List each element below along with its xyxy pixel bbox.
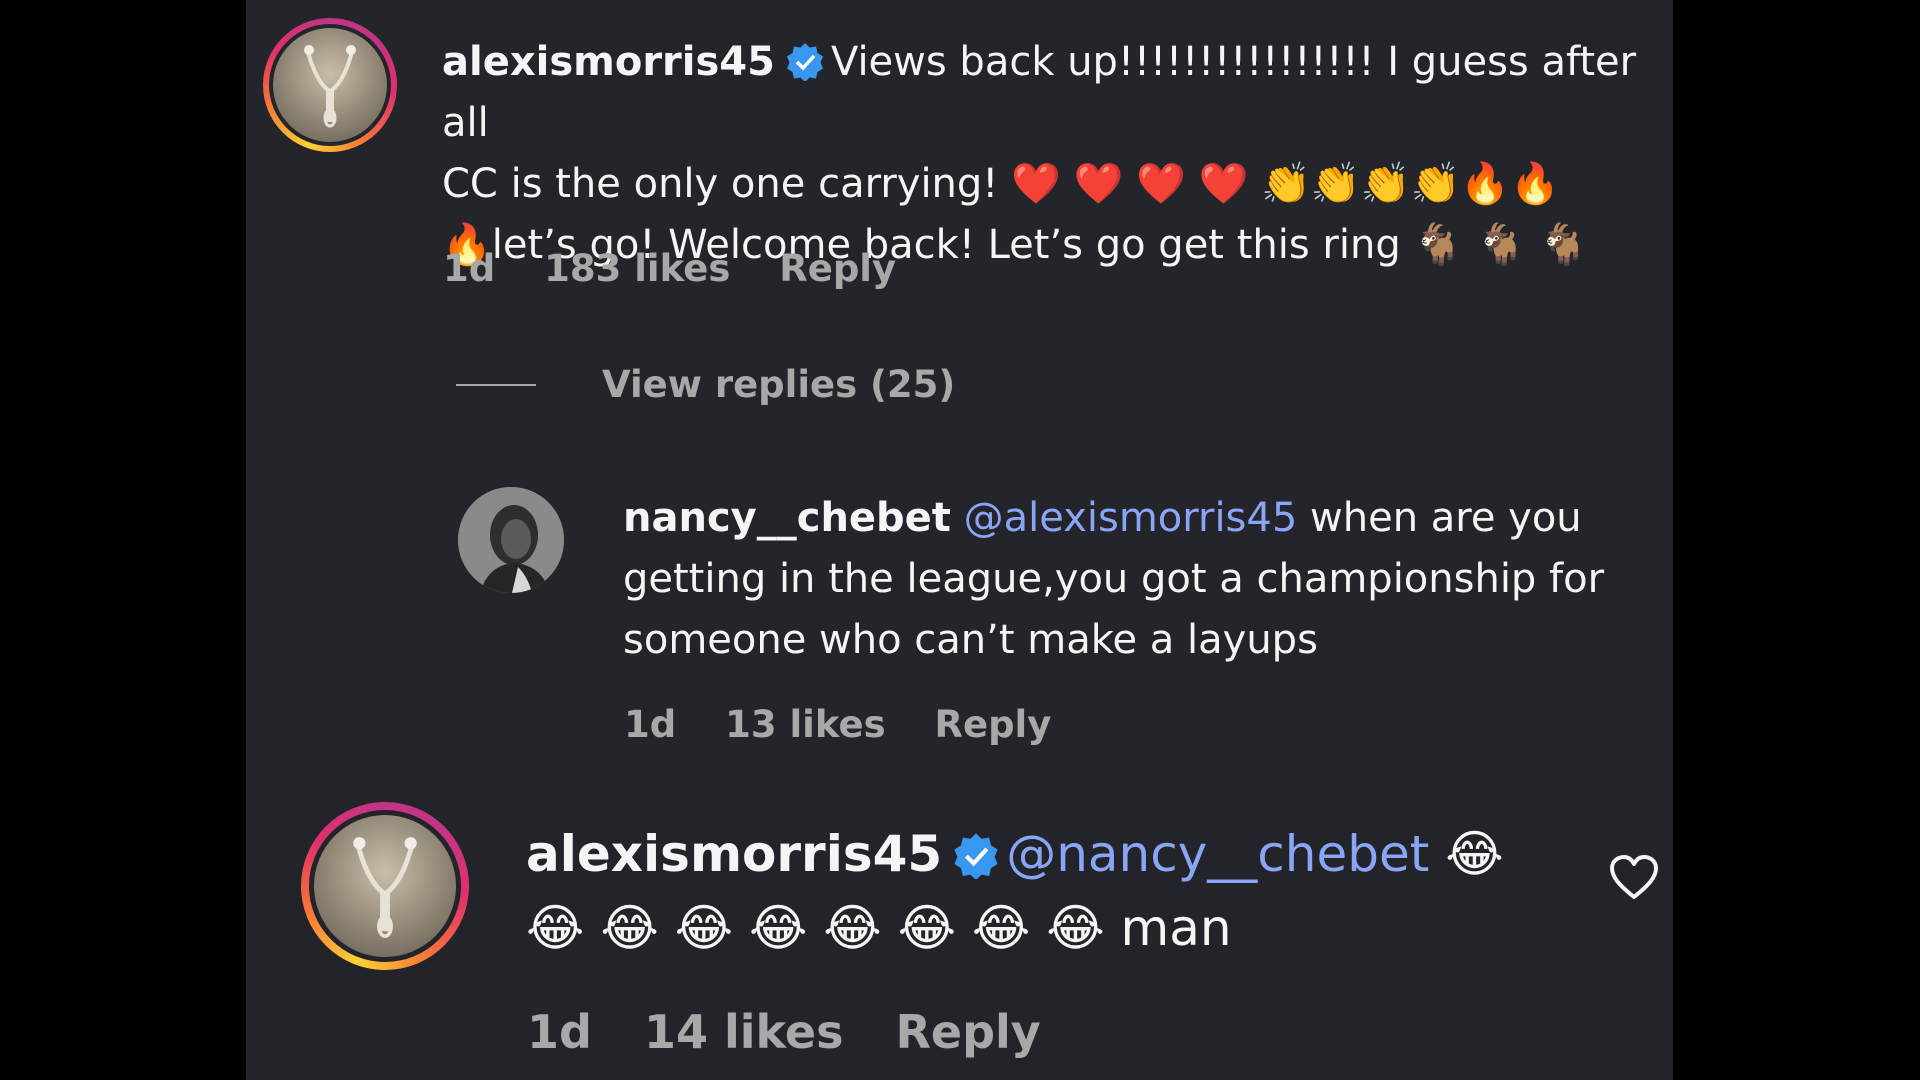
- view-replies-button[interactable]: View replies (25): [456, 363, 955, 406]
- reply-meta: 1d 14 likes Reply: [527, 1005, 1077, 1059]
- reply-username[interactable]: nancy__chebet: [623, 495, 951, 541]
- avatar[interactable]: [458, 487, 564, 593]
- reply-body: nancy__chebet @alexismorris45 when are y…: [623, 488, 1663, 671]
- avatar: [314, 815, 456, 957]
- reply-emoji: 😂: [1445, 825, 1504, 883]
- avatar-story-ring[interactable]: [301, 802, 469, 970]
- comment-likes[interactable]: 183 likes: [544, 247, 730, 290]
- reply-emojis: 😂 😂 😂 😂 😂 😂 😂 😂: [526, 899, 1105, 957]
- reply-likes[interactable]: 13 likes: [725, 703, 885, 746]
- reply-button[interactable]: Reply: [895, 1005, 1040, 1059]
- slingshot-logo-icon: [353, 837, 417, 938]
- reply-button[interactable]: Reply: [934, 703, 1051, 746]
- avatar: [273, 28, 387, 142]
- reply-highlighted: alexismorris45 @nancy__chebet 😂 😂 😂 😂 😂 😂…: [246, 783, 1673, 1080]
- comment-body: alexismorris45 Views back up!!!!!!!!!!!!!…: [442, 32, 1642, 276]
- divider-line: [456, 383, 536, 386]
- view-replies-label[interactable]: View replies (25): [602, 363, 955, 406]
- reply-body: alexismorris45 @nancy__chebet 😂 😂 😂 😂 😂 😂…: [526, 817, 1576, 965]
- comment-username[interactable]: alexismorris45: [442, 39, 775, 85]
- comment-thread: alexismorris45 Views back up!!!!!!!!!!!!!…: [246, 0, 1673, 780]
- verified-badge-icon: [954, 832, 998, 879]
- mention-link[interactable]: @nancy__chebet: [1006, 825, 1429, 883]
- avatar-story-ring[interactable]: [263, 18, 397, 152]
- reply-text-line2: getting in the league,you got a champion…: [623, 556, 1605, 602]
- reply-time: 1d: [624, 703, 677, 746]
- reply-likes[interactable]: 14 likes: [644, 1005, 844, 1059]
- comment-text-line2: CC is the only one carrying! ❤️ ❤️ ❤️ ❤️…: [442, 161, 1560, 207]
- comments-panel: alexismorris45 Views back up!!!!!!!!!!!!!…: [246, 0, 1673, 1080]
- mention-link[interactable]: @alexismorris45: [964, 495, 1298, 541]
- reply-time: 1d: [527, 1005, 592, 1059]
- reply-text-line1: when are you: [1310, 495, 1582, 541]
- comment-meta: 1d 183 likes Reply: [443, 247, 932, 290]
- portrait-photo-icon: [458, 487, 564, 593]
- slingshot-logo-icon: [304, 45, 356, 128]
- reply-text-word: man: [1120, 899, 1232, 957]
- reply-text-line3: someone who can’t make a layups: [623, 617, 1318, 663]
- reply-username[interactable]: alexismorris45: [526, 825, 942, 883]
- reply-meta: 1d 13 likes Reply: [624, 703, 1087, 746]
- comment-time: 1d: [443, 247, 496, 290]
- verified-badge-icon: [786, 43, 823, 81]
- reply-button[interactable]: Reply: [779, 247, 896, 290]
- heart-like-icon[interactable]: [1609, 855, 1659, 901]
